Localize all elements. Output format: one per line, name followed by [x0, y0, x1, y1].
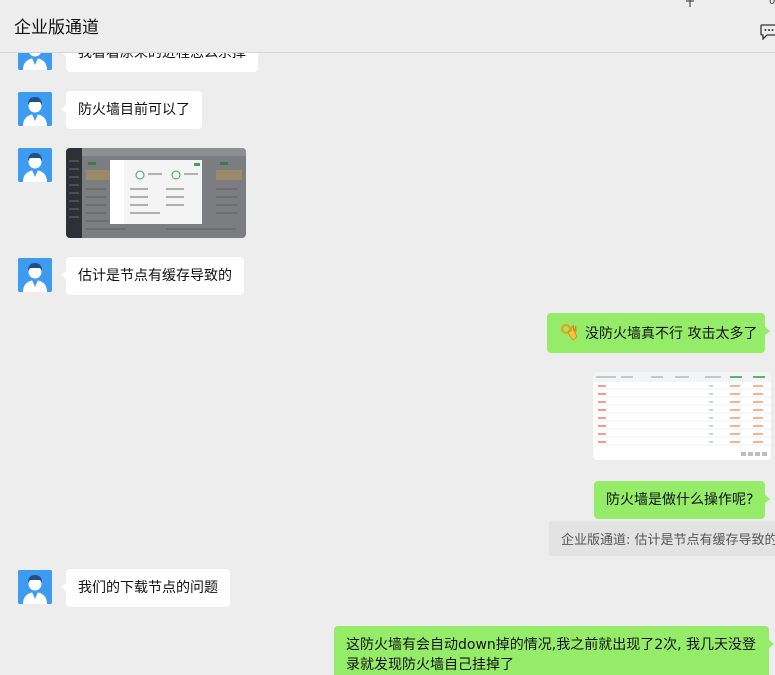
message-bubble[interactable]: 这防火墙有会自动down掉的情况,我之前就出现了2次, 我几天没登录就发现防火墙…	[334, 626, 774, 675]
user-avatar-icon[interactable]	[18, 92, 52, 126]
message-bubble[interactable]: 我们的下载节点的问题	[61, 569, 230, 607]
user-avatar-icon[interactable]	[18, 258, 52, 292]
ok-hand-emoji-icon	[560, 323, 578, 341]
chat-title: 企业版通道	[14, 18, 99, 38]
chat-header: 企业版通道 0	[0, 0, 775, 53]
message-text: 没防火墙真不行 攻击太多了	[585, 326, 758, 342]
message-bubble[interactable]: 没防火墙真不行 攻击太多了	[547, 313, 770, 353]
message-bubble[interactable]: 防火墙是做什么操作呢?	[594, 481, 771, 519]
user-avatar-icon[interactable]	[18, 570, 52, 604]
window-edge-icon: 0	[769, 0, 775, 7]
chat-bubble-icon[interactable]	[760, 24, 775, 40]
user-avatar-icon[interactable]	[18, 148, 52, 182]
quoted-reply[interactable]: 企业版通道: 估计是节点有缓存导致的	[549, 521, 775, 556]
message-bubble[interactable]: 防火墙目前可以了	[61, 91, 202, 129]
pin-icon[interactable]	[684, 0, 696, 8]
screenshot-thumbnail[interactable]	[593, 372, 771, 460]
screenshot-thumbnail[interactable]	[66, 148, 246, 238]
message-bubble[interactable]: 估计是节点有缓存导致的	[61, 257, 244, 295]
chat-window: 企业版通道 0 我看看原来的进程怎么杀掉 防火墙目前可以了 估计是节点有缓存导致…	[0, 0, 775, 675]
